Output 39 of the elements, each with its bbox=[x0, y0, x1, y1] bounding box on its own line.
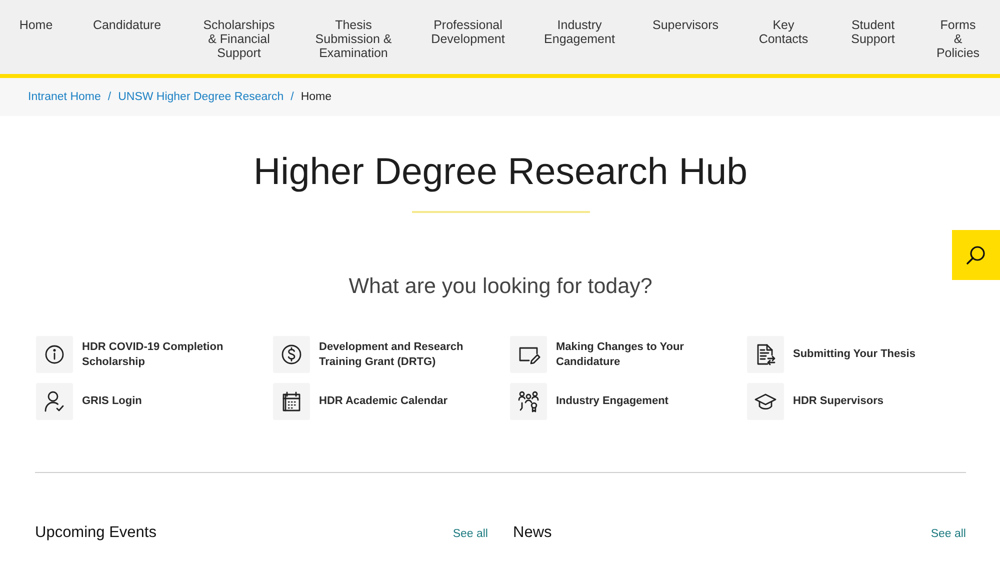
nav-link[interactable]: Industry Engagement bbox=[540, 18, 620, 46]
nav-link[interactable]: Student Support bbox=[833, 18, 913, 46]
breadcrumb-link[interactable]: UNSW Higher Degree Research bbox=[118, 91, 284, 103]
search-icon bbox=[966, 245, 986, 265]
quick-link[interactable]: HDR COVID-19 Completion Scholarship bbox=[36, 336, 252, 373]
see-all-link[interactable]: See all bbox=[930, 528, 966, 540]
page-title: Higher Degree Research Hub bbox=[252, 149, 748, 194]
quick-link[interactable]: Industry Engagement bbox=[510, 383, 668, 420]
breadcrumb-separator: / bbox=[290, 91, 294, 103]
nav-link[interactable]: Forms & Policies bbox=[936, 18, 980, 60]
nav-link[interactable]: Candidature bbox=[92, 18, 162, 32]
nav-link[interactable]: Supervisors bbox=[652, 18, 718, 32]
nav-link[interactable]: Scholarships & Financial Support bbox=[199, 18, 279, 60]
nav-link[interactable]: Professional Development bbox=[428, 18, 508, 46]
breadcrumb-separator: / bbox=[108, 91, 112, 103]
screen-pencil-icon bbox=[510, 336, 547, 373]
search-button[interactable] bbox=[952, 230, 1000, 280]
quick-link[interactable]: Making Changes to Your Candidature bbox=[510, 336, 726, 373]
nav-link[interactable]: Key Contacts bbox=[754, 18, 814, 46]
dollar-icon bbox=[273, 336, 310, 373]
breadcrumb-current: Home bbox=[300, 91, 332, 103]
document-arrows-icon bbox=[747, 336, 784, 373]
quick-link[interactable]: HDR Supervisors bbox=[747, 383, 884, 420]
nav-link[interactable]: Thesis Submission & Examination bbox=[314, 18, 394, 60]
calendar-icon bbox=[273, 383, 310, 420]
section-heading: News bbox=[513, 524, 552, 542]
people-award-icon bbox=[510, 383, 547, 420]
breadcrumb-link[interactable]: Intranet Home bbox=[28, 91, 101, 103]
quick-link[interactable]: HDR Academic Calendar bbox=[273, 383, 448, 420]
person-check-icon bbox=[36, 383, 73, 420]
info-icon bbox=[36, 336, 73, 373]
quick-link[interactable]: Development and Research Training Grant (DRTG) bbox=[273, 336, 489, 373]
nav-link[interactable]: Home bbox=[19, 18, 53, 32]
see-all-link[interactable]: See all bbox=[452, 528, 488, 540]
quick-link[interactable]: Submitting Your Thesis bbox=[747, 336, 916, 373]
prompt-heading: What are you looking for today? bbox=[348, 273, 654, 299]
mortarboard-icon bbox=[747, 383, 784, 420]
section-heading: Upcoming Events bbox=[35, 524, 156, 542]
quick-link[interactable]: GRIS Login bbox=[36, 383, 142, 420]
